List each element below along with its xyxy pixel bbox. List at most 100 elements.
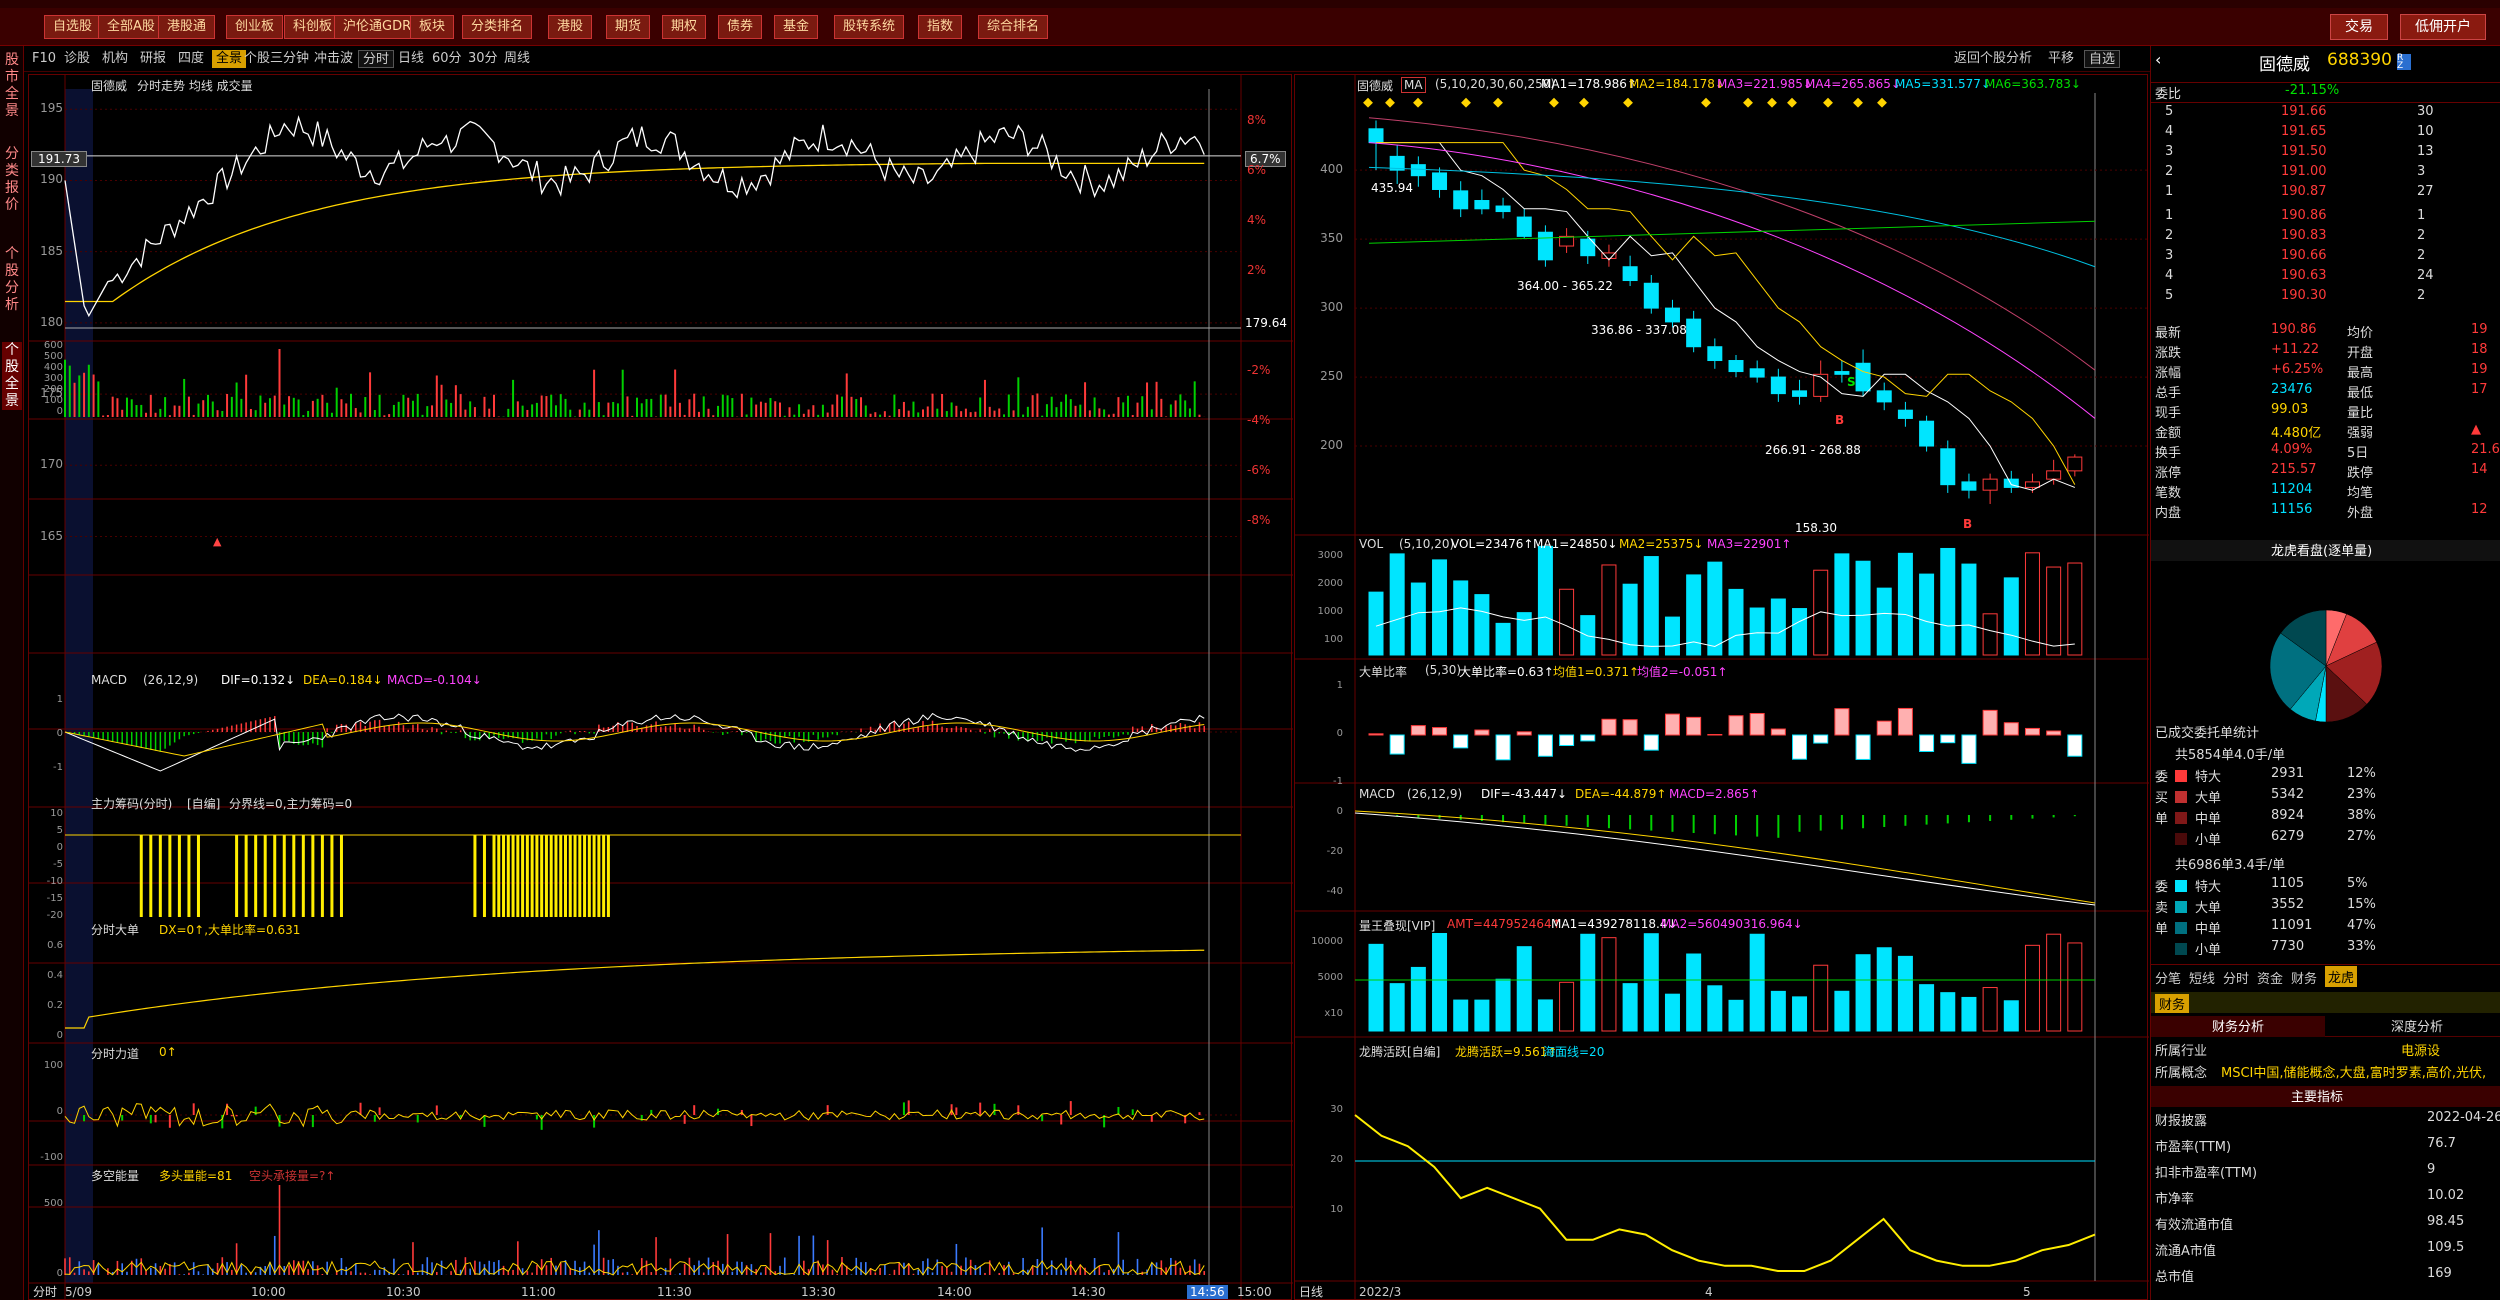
finance-tab[interactable]: 财务: [2155, 994, 2190, 1013]
tab-intraday[interactable]: 分时: [2223, 968, 2249, 987]
watchlist-select[interactable]: 自选: [2084, 50, 2121, 68]
lidao-label[interactable]: 分时力道: [91, 1045, 139, 1062]
amt-bar: [1580, 933, 1596, 1032]
quote-stock-name: 固德威: [2259, 55, 2310, 75]
vol-tick-label: 300: [43, 373, 63, 384]
pan-button[interactable]: 平移: [2048, 50, 2074, 68]
dadan-bar: [1940, 734, 1956, 744]
time-tick-label: 14:56: [1187, 1285, 1228, 1299]
side-char: 委: [2155, 880, 2169, 895]
longteng-label[interactable]: 龙腾活跃[自编]: [1359, 1043, 1440, 1060]
subtab-f10[interactable]: F10: [32, 50, 56, 68]
subtab-institutions[interactable]: 机构: [102, 50, 128, 68]
vol-label[interactable]: VOL: [1359, 537, 1383, 551]
candle-body: [1707, 346, 1723, 362]
toolbar-item-neeq[interactable]: 股转系统: [834, 15, 905, 39]
toolbar-item-ranking[interactable]: 分类排名: [462, 15, 533, 39]
toolbar-item-funds[interactable]: 基金: [774, 15, 819, 39]
toolbar-item-futures[interactable]: 期货: [606, 15, 651, 39]
avg-price-line: [65, 162, 1205, 303]
longteng-sea: 海面线=20: [1543, 1045, 1605, 1059]
tab-ticks[interactable]: 分笔: [2155, 968, 2181, 987]
tab-funds[interactable]: 资金: [2257, 968, 2283, 987]
amt-label[interactable]: 量王叠现[VIP]: [1359, 917, 1435, 934]
duokong-tick-label: 0: [56, 1268, 63, 1279]
vol-tick-label: 500: [43, 351, 63, 362]
bid-row: 4 190.63 24: [2151, 268, 2500, 289]
period-daily[interactable]: 日线: [398, 50, 424, 68]
ma-selector[interactable]: MA: [1401, 77, 1426, 93]
subtab-three-minutes[interactable]: 个股三分钟: [244, 50, 309, 68]
toolbar-item-all-a[interactable]: 全部A股: [98, 15, 164, 39]
duokong-label[interactable]: 多空能量: [91, 1167, 139, 1184]
ask-level: 4: [2165, 124, 2174, 139]
fin-deep-tab[interactable]: 深度分析: [2391, 1016, 2443, 1035]
key-label: 市净率: [2155, 1192, 2195, 1207]
candle-body: [2024, 481, 2040, 488]
stat-row: 最新 190.86 均价 19: [2151, 322, 2500, 343]
zhuli-label[interactable]: 主力筹码(分时): [91, 795, 172, 812]
toolbar-item-overall[interactable]: 综合排名: [978, 15, 1049, 39]
intraday-tabs[interactable]: 分时走势 均线 成交量: [137, 77, 253, 94]
toolbar-item-watchlist[interactable]: 自选股: [44, 15, 102, 39]
toolbar-item-chinext[interactable]: 创业板: [226, 15, 284, 39]
back-arrow-icon[interactable]: ‹: [2155, 50, 2161, 69]
size-count: 1105: [2271, 876, 2305, 891]
pct-tick-label: -4%: [1247, 413, 1271, 427]
volume-bar: [1664, 616, 1680, 656]
daily-macd-label[interactable]: MACD: [1359, 787, 1395, 801]
pct-tick-label: -8%: [1247, 513, 1271, 527]
toolbar-item-index[interactable]: 指数: [918, 15, 963, 39]
stat-value: 99.03: [2271, 402, 2309, 417]
pct-tick-label: 6%: [1247, 163, 1267, 177]
price-tick-label: 195: [40, 101, 63, 116]
period-30min[interactable]: 30分: [468, 50, 498, 68]
zhuli-tick-label: -5: [53, 859, 63, 870]
amt-bar: [1686, 953, 1702, 1032]
size-count: 2931: [2271, 766, 2305, 781]
dadan-label[interactable]: 分时大单: [91, 921, 139, 938]
trade-button[interactable]: 交易: [2330, 14, 2388, 40]
amt-ma1: MA1=439278118.4↓: [1551, 917, 1678, 931]
volume-bar: [1389, 553, 1405, 656]
subtab-research[interactable]: 研报: [140, 50, 166, 68]
tab-short[interactable]: 短线: [2189, 968, 2215, 987]
fin-analysis-tab[interactable]: 财务分析: [2151, 1016, 2325, 1037]
tab-finance[interactable]: 财务: [2291, 968, 2317, 987]
sub-toolbar: F10 诊股 机构 研报 四度 全景 个股三分钟 冲击波 分时 日线 60分 3…: [24, 46, 2150, 72]
macd-dif: DIF=0.132↓: [221, 673, 296, 687]
daily-corner[interactable]: 日线: [1299, 1283, 1323, 1300]
size-pct: 23%: [2347, 787, 2376, 802]
toolbar-item-bonds[interactable]: 债券: [718, 15, 763, 39]
back-to-analysis[interactable]: 返回个股分析: [1954, 50, 2032, 68]
daily-dadan-j1: 均值1=0.371↑: [1553, 665, 1640, 679]
stat-value: 17: [2471, 382, 2488, 397]
toolbar-item-gdr[interactable]: 沪伦通GDR: [334, 15, 421, 39]
macd-label[interactable]: MACD: [91, 673, 127, 687]
bid-level: 2: [2165, 228, 2174, 243]
toolbar-item-sector[interactable]: 板块: [410, 15, 455, 39]
subtab-impact[interactable]: 冲击波: [314, 50, 353, 68]
intraday-corner[interactable]: 分时: [33, 1283, 57, 1300]
zhuli-tick-label: -10: [46, 876, 63, 887]
daily-dadan-label[interactable]: 大单比率: [1359, 663, 1407, 680]
subtab-panorama[interactable]: 全景: [212, 50, 247, 68]
period-weekly[interactable]: 周线: [504, 50, 530, 68]
amt-bar: [1601, 937, 1617, 1032]
open-account-button[interactable]: 低佣开户: [2400, 14, 2486, 40]
toolbar-item-hk[interactable]: 港股: [548, 15, 593, 39]
period-60min[interactable]: 60分: [432, 50, 462, 68]
toolbar-item-hk-connect[interactable]: 港股通: [158, 15, 216, 39]
toolbar-item-star[interactable]: 科创板: [284, 15, 342, 39]
tab-dragon-tiger[interactable]: 龙虎: [2325, 966, 2358, 987]
candle-body: [1537, 231, 1553, 261]
time-tick-label: 15:00: [1237, 1285, 1272, 1299]
period-intraday[interactable]: 分时: [358, 50, 395, 68]
subtab-diagnose[interactable]: 诊股: [64, 50, 90, 68]
amt-bar: [1537, 999, 1553, 1032]
pct-tick-label: -6%: [1247, 463, 1271, 477]
subtab-four-dimension[interactable]: 四度: [178, 50, 204, 68]
stat-value: +11.22: [2271, 342, 2320, 357]
toolbar-item-options[interactable]: 期权: [662, 15, 707, 39]
stat-row: 换手 4.09% 5日 21.6: [2151, 442, 2500, 463]
